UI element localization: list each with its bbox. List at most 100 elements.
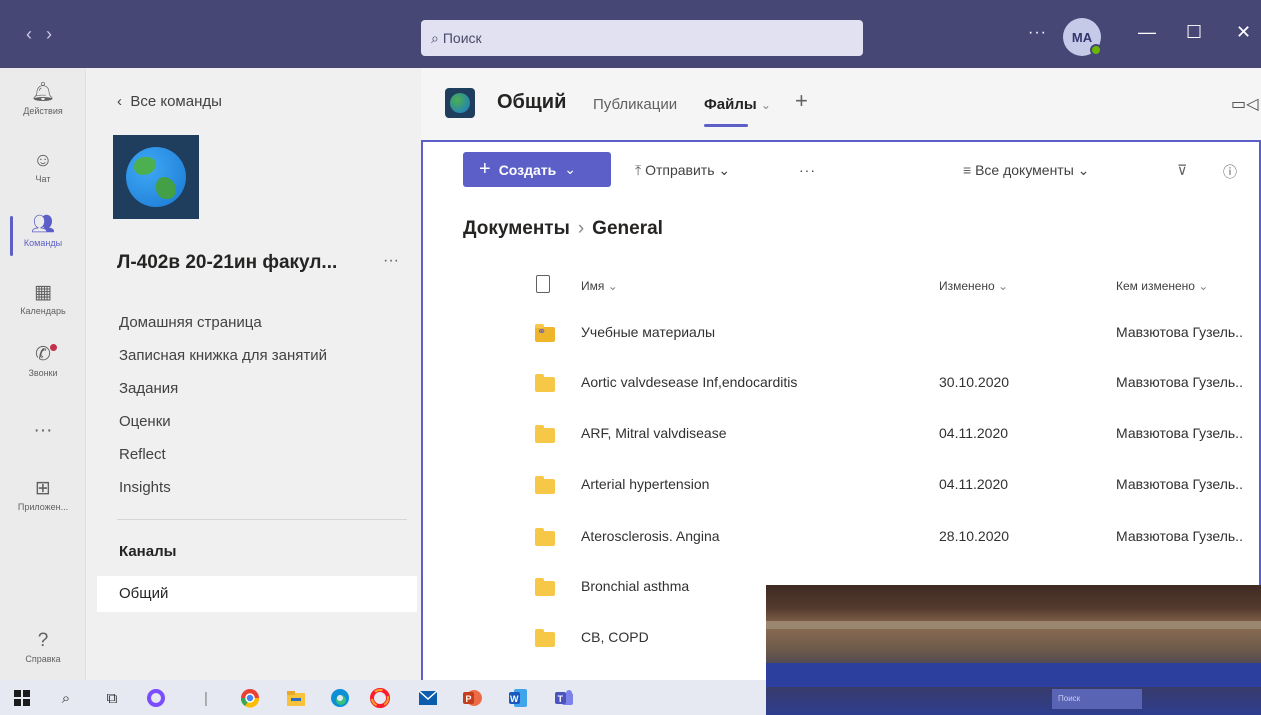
maximize-icon[interactable]: ☐	[1186, 22, 1202, 43]
file-name[interactable]: Учебные материалы	[581, 324, 715, 340]
more-commands-icon[interactable]: ···	[799, 162, 816, 178]
file-name[interactable]: Arterial hypertension	[581, 476, 709, 492]
divider	[117, 519, 407, 520]
sidebar-item-assignments[interactable]: Задания	[119, 380, 178, 397]
view-label: Все документы	[975, 162, 1074, 178]
view-selector[interactable]: ≡ Все документы ⌄	[963, 162, 1089, 179]
sidebar-item-notebook[interactable]: Записная книжка для занятий	[119, 347, 327, 364]
avatar[interactable]: MA	[1063, 18, 1102, 56]
create-label: Создать	[498, 161, 557, 178]
envelope-icon	[418, 690, 438, 705]
rail-item-calendar[interactable]: ▦ Календарь	[0, 282, 86, 316]
rail-item-teams[interactable]: 👥︎ Команды	[0, 214, 86, 256]
plus-icon: +	[479, 158, 491, 180]
table-row[interactable]: ARF, Mitral valvdisease 04.11.2020 Мавзю…	[423, 414, 1259, 464]
table-row[interactable]: Aortic valvdesease Inf,endocarditis 30.1…	[423, 363, 1259, 413]
teams-app-icon[interactable]: T	[554, 688, 574, 708]
tab-posts[interactable]: Публикации	[593, 96, 677, 113]
channel-logo	[445, 88, 475, 118]
rail-label: Чат	[35, 174, 51, 184]
chrome-icon[interactable]	[240, 688, 260, 708]
team-logo	[113, 135, 199, 219]
file-name[interactable]: Aterosclerosis. Angina	[581, 528, 720, 544]
sidebar-item-home[interactable]: Домашняя страница	[119, 314, 262, 331]
chevron-down-icon: ⌄	[564, 161, 576, 177]
chevron-left-icon: ‹	[117, 93, 131, 110]
file-modified: 04.11.2020	[939, 476, 1009, 492]
powerpoint-logo-icon: P	[463, 690, 482, 706]
word-icon[interactable]: W	[508, 688, 528, 708]
column-header-modified[interactable]: Изменено ⌄	[939, 279, 1008, 293]
title-bar: ‹› ⌕ Поиск ··· MA — ☐ ✕	[0, 0, 1261, 68]
sidebar-item-reflect[interactable]: Reflect	[119, 446, 166, 463]
back-arrow-icon[interactable]: ‹	[26, 24, 46, 44]
upload-button[interactable]: ⤒ Отправить ⌄	[635, 162, 730, 179]
rail-label: Календарь	[20, 306, 66, 316]
more-options-icon[interactable]: ···	[1028, 24, 1047, 42]
sidebar-item-grades[interactable]: Оценки	[119, 413, 171, 430]
folder-icon	[535, 578, 555, 596]
rail-item-chat[interactable]: ☺ Чат	[0, 150, 86, 184]
globe-icon	[450, 93, 470, 113]
sidebar-item-insights[interactable]: Insights	[119, 479, 171, 496]
tab-files[interactable]: Файлы ⌄	[704, 96, 771, 113]
edge-icon[interactable]	[330, 688, 350, 708]
team-more-icon[interactable]: ···	[383, 252, 399, 270]
rail-item-help[interactable]: ? Справка	[0, 630, 86, 664]
column-header-name[interactable]: Имя ⌄	[581, 279, 618, 293]
notification-dot-icon	[50, 344, 57, 351]
powerpoint-icon[interactable]: P	[462, 688, 482, 708]
word-logo-icon: W	[509, 689, 527, 707]
forward-arrow-icon[interactable]: ›	[46, 24, 66, 44]
filter-icon[interactable]: ⊽	[1177, 162, 1187, 179]
svg-text:W: W	[510, 694, 519, 704]
file-modified-by: Мавзютова Гузель..	[1116, 374, 1243, 390]
video-call-icon[interactable]: ▭◁	[1231, 94, 1258, 114]
overlay-search-box: Поиск	[1052, 689, 1142, 709]
info-icon[interactable]: ⓘ	[1223, 162, 1237, 182]
all-teams-link[interactable]: ‹ Все команды	[117, 93, 222, 110]
rail-item-more[interactable]: ···	[0, 420, 86, 442]
channel-item-general[interactable]: Общий	[97, 576, 417, 612]
rail-item-apps[interactable]: ⊞ Приложен...	[0, 478, 86, 512]
task-view-icon[interactable]: ⧉	[102, 688, 122, 708]
channel-label: Общий	[119, 585, 169, 602]
column-header-modified-by[interactable]: Кем изменено ⌄	[1116, 279, 1208, 293]
cortana-icon[interactable]	[146, 688, 166, 708]
opera-icon[interactable]	[370, 688, 390, 708]
breadcrumb: Документы › General	[463, 218, 663, 240]
rail-label: Звонки	[28, 368, 58, 378]
minimize-icon[interactable]: —	[1138, 22, 1156, 43]
opera-logo-icon	[370, 688, 390, 708]
rail-label: Приложен...	[17, 502, 69, 512]
breadcrumb-root[interactable]: Документы	[463, 218, 570, 239]
rail-item-activity[interactable]: 🔔︎ Действия	[0, 82, 86, 116]
tab-files-label: Файлы	[704, 96, 757, 113]
table-row[interactable]: Aterosclerosis. Angina 28.10.2020 Мавзют…	[423, 517, 1259, 567]
file-modified: 28.10.2020	[939, 528, 1010, 544]
file-explorer-icon[interactable]	[286, 688, 306, 708]
search-input[interactable]: ⌕ Поиск	[421, 20, 863, 56]
channel-header: Общий Публикации Файлы ⌄ + ▭◁	[421, 68, 1261, 140]
edge-logo-icon	[331, 689, 349, 707]
team-name[interactable]: Л-402в 20-21ин факул...	[117, 252, 337, 274]
app-rail: 🔔︎ Действия ☺ Чат 👥︎ Команды ▦ Календарь…	[0, 68, 86, 680]
phone-icon: ✆	[35, 344, 51, 365]
breadcrumb-separator-icon: ›	[577, 218, 585, 239]
search-placeholder: Поиск	[442, 30, 482, 46]
table-row[interactable]: Учебные материалы Мавзютова Гузель..	[423, 313, 1259, 363]
close-icon[interactable]: ✕	[1236, 22, 1251, 43]
chat-icon: ☺	[33, 150, 53, 171]
add-tab-icon[interactable]: +	[795, 88, 808, 114]
file-name[interactable]: Aortic valvdesease Inf,endocarditis	[581, 374, 797, 390]
table-row[interactable]: Arterial hypertension 04.11.2020 Мавзюто…	[423, 465, 1259, 515]
windows-start-icon[interactable]	[12, 688, 32, 708]
mail-icon[interactable]	[418, 688, 438, 708]
search-icon[interactable]: ⌕	[56, 688, 76, 708]
file-name[interactable]: Bronchial asthma	[581, 578, 689, 594]
create-button[interactable]: + Создать ⌄	[463, 152, 611, 187]
file-name[interactable]: ARF, Mitral valvdisease	[581, 425, 727, 441]
rail-item-calls[interactable]: ✆ Звонки	[0, 344, 86, 378]
file-name[interactable]: CB, COPD	[581, 629, 649, 645]
chevron-down-icon: ⌄	[607, 279, 618, 293]
